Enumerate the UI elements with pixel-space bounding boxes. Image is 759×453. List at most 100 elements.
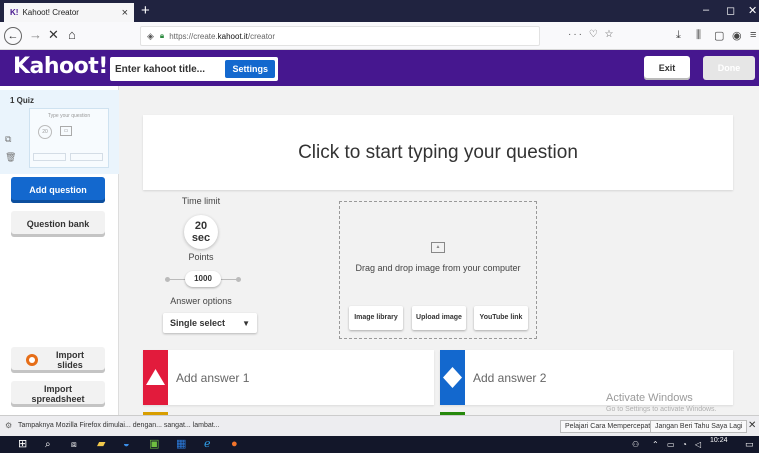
tray-chevron-icon[interactable]: ⌃ (652, 438, 659, 451)
window-close-icon[interactable]: ✕ (748, 4, 757, 17)
home-icon[interactable]: ⌂ (68, 28, 76, 42)
tracking-shield-icon[interactable]: ◈ (147, 31, 154, 42)
answer-options-value: Single select (170, 318, 226, 328)
upload-image-button[interactable]: Upload image (412, 306, 466, 330)
import-spreadsheet-label: Import spreadsheet (31, 384, 85, 404)
tab-close-icon[interactable]: × (122, 7, 128, 19)
dont-tell-again-button[interactable]: Jangan Beri Tahu Saya Lagi (650, 420, 748, 433)
image-library-button[interactable]: Image library (349, 306, 403, 330)
title-placeholder: Enter kahoot title... (115, 63, 206, 75)
url-domain: kahoot.it (217, 31, 248, 41)
time-value: 20 (194, 220, 208, 232)
time-limit-selector[interactable]: 20 sec (184, 215, 218, 249)
task-view-icon[interactable]: ⧈ (71, 438, 77, 451)
notification-text: Tampaknya Mozilla Firefox dimulai... den… (18, 422, 220, 429)
file-explorer-icon[interactable]: ▰ (97, 438, 105, 451)
volume-icon[interactable]: ◁ (695, 438, 701, 451)
word-icon[interactable]: ▦ (176, 438, 186, 451)
add-question-button[interactable]: Add question (11, 177, 105, 203)
kahoot-title-field[interactable]: Enter kahoot title... Settings (110, 57, 278, 81)
drop-zone-text: Drag and drop image from your computer (355, 263, 521, 273)
thumb-answer-bar (33, 153, 66, 161)
thumb-image-icon: ▭ (60, 126, 72, 136)
question-bank-button[interactable]: Question bank (11, 211, 105, 237)
points-max-dot (236, 277, 241, 282)
url-bar[interactable]: ◈ 🔒︎ https://create. kahoot.it/creator (140, 26, 540, 46)
minimize-icon[interactable]: ‒ (703, 4, 709, 16)
answer-1-color (143, 350, 168, 405)
question-sidebar: 1 Quiz Type your question 20 ▭ ⧉ 🗑︎ Add … (0, 86, 119, 415)
image-placeholder-icon: ▲ (431, 242, 445, 253)
browser-nav-bar: ← → ✕ ⌂ ◈ 🔒︎ https://create. kahoot.it/cr… (0, 22, 759, 50)
page-actions-icon[interactable]: ··· ♡ ☆ (568, 29, 615, 40)
import-slides-button[interactable]: Import slides (11, 347, 105, 373)
triangle-icon (146, 369, 165, 385)
firefox-notification-bar: ⚙ Tampaknya Mozilla Firefox dimulai... d… (0, 415, 759, 436)
thumb-timer: 20 (38, 125, 52, 139)
answer-1-placeholder: Add answer 1 (176, 371, 250, 385)
answer-options-label: Answer options (170, 296, 232, 306)
people-icon[interactable]: ⚇ (632, 438, 639, 451)
browser-tab-bar: K! Kahoot! Creator × + ‒ ◻ ✕ (0, 0, 759, 22)
question-input[interactable]: Click to start typing your question (143, 115, 733, 190)
edge-icon[interactable]: ◒ (123, 438, 130, 451)
duplicate-icon[interactable]: ⧉ (5, 134, 11, 145)
time-unit: sec (191, 232, 211, 244)
notification-icon: ⚙ (5, 421, 13, 430)
trash-icon[interactable]: 🗑︎ (5, 152, 16, 163)
url-scheme: https://create. (169, 31, 218, 41)
network-icon[interactable]: ◔ (682, 438, 687, 451)
menu-icon[interactable]: ≡ (750, 29, 756, 41)
ie-icon[interactable]: ℯ (204, 438, 211, 451)
time-limit-label: Time limit (181, 196, 221, 206)
firefox-taskbar-icon[interactable]: ● (231, 438, 238, 451)
quiz-card[interactable]: 1 Quiz Type your question 20 ▭ ⧉ 🗑︎ (0, 90, 119, 174)
points-value[interactable]: 1000 (185, 271, 221, 287)
points-slider[interactable]: 1000 (165, 271, 241, 287)
activate-windows-title: Activate Windows (606, 392, 693, 404)
activate-windows-subtitle: Go to Settings to activate Windows. (606, 406, 717, 413)
import-spreadsheet-button[interactable]: Import spreadsheet (11, 381, 105, 407)
url-path: /creator (247, 31, 276, 41)
exit-button[interactable]: Exit (644, 56, 690, 80)
windows-taskbar: ⊞ ⌕ ⧈ ▰ ◒ ▣ ▦ ℯ ● ⚇ ⌃ ▭ ◔ ◁ 10:24 ▭ (0, 436, 759, 453)
kahoot-header: Kahoot! Enter kahoot title... Settings E… (0, 50, 759, 86)
maximize-icon[interactable]: ◻ (726, 4, 735, 17)
notification-close-icon[interactable]: ✕ (748, 420, 756, 431)
windows-start-icon[interactable]: ⊞ (18, 438, 27, 451)
search-icon[interactable]: ⌕ (45, 438, 51, 451)
settings-button[interactable]: Settings (225, 60, 275, 78)
quiz-label: 1 Quiz (10, 96, 35, 105)
forward-arrow-icon[interactable]: → (29, 28, 42, 42)
new-tab-button[interactable]: + (141, 2, 150, 19)
answer-1-field[interactable]: Add answer 1 (143, 350, 434, 405)
kahoot-logo[interactable]: Kahoot! (13, 54, 108, 79)
store-icon[interactable]: ▣ (149, 438, 159, 451)
action-center-icon[interactable]: ▭ (745, 438, 754, 451)
quiz-thumbnail[interactable]: Type your question 20 ▭ (29, 108, 109, 168)
points-min-dot (165, 277, 170, 282)
library-icon[interactable]: ⫼ (696, 29, 701, 42)
import-slides-icon (26, 354, 38, 366)
caret-down-icon: ▼ (242, 318, 250, 328)
account-icon[interactable]: ◉ (732, 29, 742, 42)
thumb-question-text: Type your question (47, 113, 91, 119)
taskbar-clock[interactable]: 10:24 (710, 437, 728, 445)
image-drop-zone[interactable]: ▲ Drag and drop image from your computer… (339, 201, 537, 339)
tab-title: Kahoot! Creator (22, 8, 79, 17)
lock-icon[interactable]: 🔒︎ (160, 31, 164, 41)
downloads-icon[interactable]: ⤓ (676, 29, 681, 42)
stop-icon[interactable]: ✕ (48, 28, 59, 42)
sidebar-toggle-icon[interactable]: ▢ (714, 29, 724, 42)
diamond-icon (443, 367, 462, 388)
answer-2-color (440, 350, 465, 405)
done-button[interactable]: Done (703, 56, 755, 80)
thumb-answer-bar (70, 153, 103, 161)
browser-tab[interactable]: K! Kahoot! Creator × (4, 3, 134, 22)
import-slides-label: Import slides (56, 350, 84, 370)
points-label: Points (188, 252, 214, 262)
answer-options-select[interactable]: Single select ▼ (163, 313, 257, 333)
youtube-link-button[interactable]: YouTube link (474, 306, 528, 330)
battery-icon[interactable]: ▭ (667, 438, 675, 451)
back-arrow-icon[interactable]: ← (4, 27, 22, 45)
